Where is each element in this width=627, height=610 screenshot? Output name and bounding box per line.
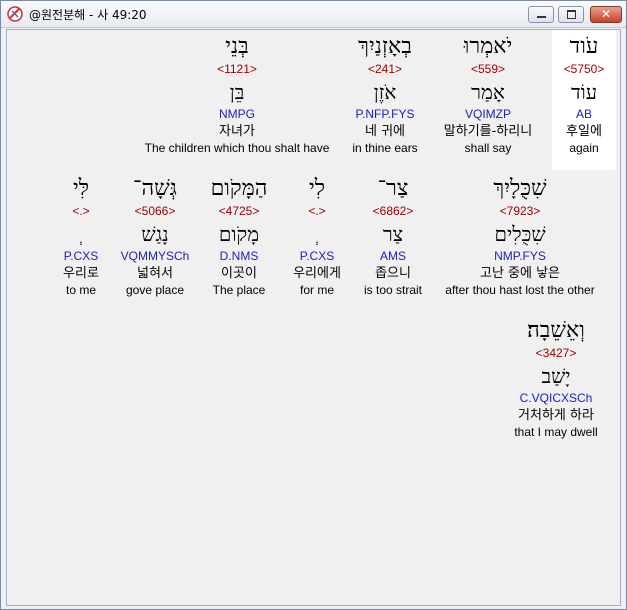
lemma: נָגַשׁ bbox=[141, 222, 169, 246]
lemma: בֵּן bbox=[229, 80, 245, 104]
strong-number[interactable]: <6862> bbox=[357, 202, 429, 220]
strong-number[interactable]: <5750> bbox=[552, 60, 616, 78]
strong-number[interactable]: <559> bbox=[428, 60, 548, 78]
english-gloss: gove place bbox=[125, 283, 185, 297]
lemma: אָמַר bbox=[471, 80, 505, 104]
app-window: @원전분해 - 사 49:20 ✕ עֹוד <5750> עוֹד AB 후일… bbox=[0, 0, 627, 610]
korean-gloss: 거처하게 하라 bbox=[518, 408, 594, 423]
morph-code: P.CXS bbox=[63, 249, 99, 263]
word-cell[interactable]: שִׁכֻּלָיִךְ <7923> שִׁכֻּלִים NMP.FYS 고… bbox=[437, 176, 603, 298]
close-button[interactable]: ✕ bbox=[590, 6, 622, 23]
english-gloss: to me bbox=[65, 283, 96, 297]
hebrew-word: עֹוד bbox=[569, 34, 599, 59]
word-cell[interactable]: בְאָזְנַיִךְ <241> אֹזֶן P.NFP.FYS 네 귀에 … bbox=[343, 34, 427, 156]
english-gloss: in thine ears bbox=[352, 141, 418, 155]
title-bar[interactable]: @원전분해 - 사 49:20 ✕ bbox=[1, 1, 626, 28]
korean-gloss: 우리에게 bbox=[293, 266, 341, 281]
english-gloss: The place bbox=[212, 283, 266, 297]
morph-code: VQIMZP bbox=[464, 107, 511, 121]
morph-code: C.VQICXSCh bbox=[519, 391, 593, 405]
close-icon: ✕ bbox=[600, 7, 612, 21]
minimize-button[interactable] bbox=[528, 6, 554, 23]
korean-gloss: 네 귀에 bbox=[364, 124, 405, 139]
strong-number[interactable]: <.> bbox=[53, 202, 109, 220]
word-cell[interactable]: וְאֵשֵׁבָה׃ <3427> יָשַׁב C.VQICXSCh 거처하… bbox=[501, 318, 611, 440]
korean-gloss: 후일에 bbox=[566, 124, 602, 139]
word-cell[interactable]: עֹוד <5750> עוֹד AB 후일에 again bbox=[552, 34, 616, 156]
lemma: ְ bbox=[53, 220, 109, 248]
english-gloss: shall say bbox=[464, 141, 512, 155]
morph-code: AMS bbox=[379, 249, 406, 263]
korean-gloss: 넓혀서 bbox=[137, 266, 173, 281]
word-cell[interactable]: צַר־ <6862> צַר AMS 좁으니 is too strait bbox=[357, 176, 429, 298]
korean-gloss: 우리로 bbox=[63, 266, 99, 281]
lemma: צַר bbox=[382, 222, 404, 246]
hebrew-word: בְּנֵי bbox=[225, 34, 249, 59]
english-gloss: after thou hast lost the other bbox=[445, 283, 595, 297]
strong-number[interactable]: <4725> bbox=[203, 202, 275, 220]
hebrew-word: שִׁכֻּלָיִךְ bbox=[493, 176, 547, 201]
morph-code: AB bbox=[575, 107, 592, 121]
strong-number[interactable]: <1121> bbox=[135, 60, 339, 78]
app-icon bbox=[7, 6, 23, 22]
morph-code: NMP.FYS bbox=[494, 249, 546, 263]
hebrew-word: גְּשָׁה־ bbox=[133, 176, 177, 201]
word-cell[interactable]: יֹאמְרוּ <559> אָמַר VQIMZP 말하기를-하리니 sha… bbox=[428, 34, 548, 156]
korean-gloss: 말하기를-하리니 bbox=[443, 124, 533, 139]
morph-code: P.CXS bbox=[299, 249, 335, 263]
english-gloss: for me bbox=[299, 283, 334, 297]
korean-gloss: 이곳이 bbox=[221, 266, 257, 281]
word-cell[interactable]: לִי <.> ְ P.CXS 우리에게 for me bbox=[283, 176, 351, 298]
lemma: ְ bbox=[283, 220, 351, 248]
strong-number[interactable]: <5066> bbox=[115, 202, 195, 220]
korean-gloss: 고난 중에 낳은 bbox=[479, 266, 561, 281]
hebrew-word: לִּי bbox=[72, 176, 90, 201]
morph-code: NMPG bbox=[219, 107, 255, 121]
strong-number[interactable]: <3427> bbox=[501, 344, 611, 362]
morph-code: P.NFP.FYS bbox=[355, 107, 415, 121]
word-analysis-pane: עֹוד <5750> עוֹד AB 후일에 again יֹאמְרוּ <… bbox=[6, 29, 621, 606]
lemma: שִׁכֻּלִים bbox=[494, 222, 546, 246]
strong-number[interactable]: <241> bbox=[343, 60, 427, 78]
hebrew-word: בְאָזְנַיִךְ bbox=[358, 34, 412, 59]
window-title: @원전분해 - 사 49:20 bbox=[29, 8, 147, 22]
word-cell[interactable]: לִּי <.> ְ P.CXS 우리로 to me bbox=[53, 176, 109, 298]
hebrew-word: צַר־ bbox=[377, 176, 409, 201]
word-cell[interactable]: הַמָּקֹום <4725> מָקֹום D.NMS 이곳이 The pl… bbox=[203, 176, 275, 298]
english-gloss: again bbox=[569, 141, 599, 155]
lemma: עוֹד bbox=[570, 80, 598, 104]
english-gloss: The children which thou shalt have bbox=[144, 141, 330, 155]
morph-code: VQMMYSCh bbox=[120, 249, 190, 263]
hebrew-word: הַמָּקֹום bbox=[210, 176, 268, 201]
strong-number[interactable]: <7923> bbox=[437, 202, 603, 220]
english-gloss: that I may dwell bbox=[514, 425, 598, 439]
lemma: יָשַׁב bbox=[541, 364, 571, 388]
korean-gloss: 자녀가 bbox=[219, 124, 255, 139]
strong-number[interactable]: <.> bbox=[283, 202, 351, 220]
hebrew-word: וְאֵשֵׁבָה׃ bbox=[527, 318, 585, 343]
word-cell[interactable]: בְּנֵי <1121> בֵּן NMPG 자녀가 The children… bbox=[135, 34, 339, 156]
lemma: מָקֹום bbox=[218, 222, 260, 246]
lemma: אֹזֶן bbox=[373, 80, 397, 104]
hebrew-word: יֹאמְרוּ bbox=[463, 34, 513, 59]
morph-code: D.NMS bbox=[219, 249, 259, 263]
english-gloss: is too strait bbox=[363, 283, 423, 297]
maximize-button[interactable] bbox=[558, 6, 584, 23]
word-cell[interactable]: גְּשָׁה־ <5066> נָגַשׁ VQMMYSCh 넓혀서 gove… bbox=[115, 176, 195, 298]
korean-gloss: 좁으니 bbox=[375, 266, 411, 281]
hebrew-word: לִי bbox=[308, 176, 326, 201]
